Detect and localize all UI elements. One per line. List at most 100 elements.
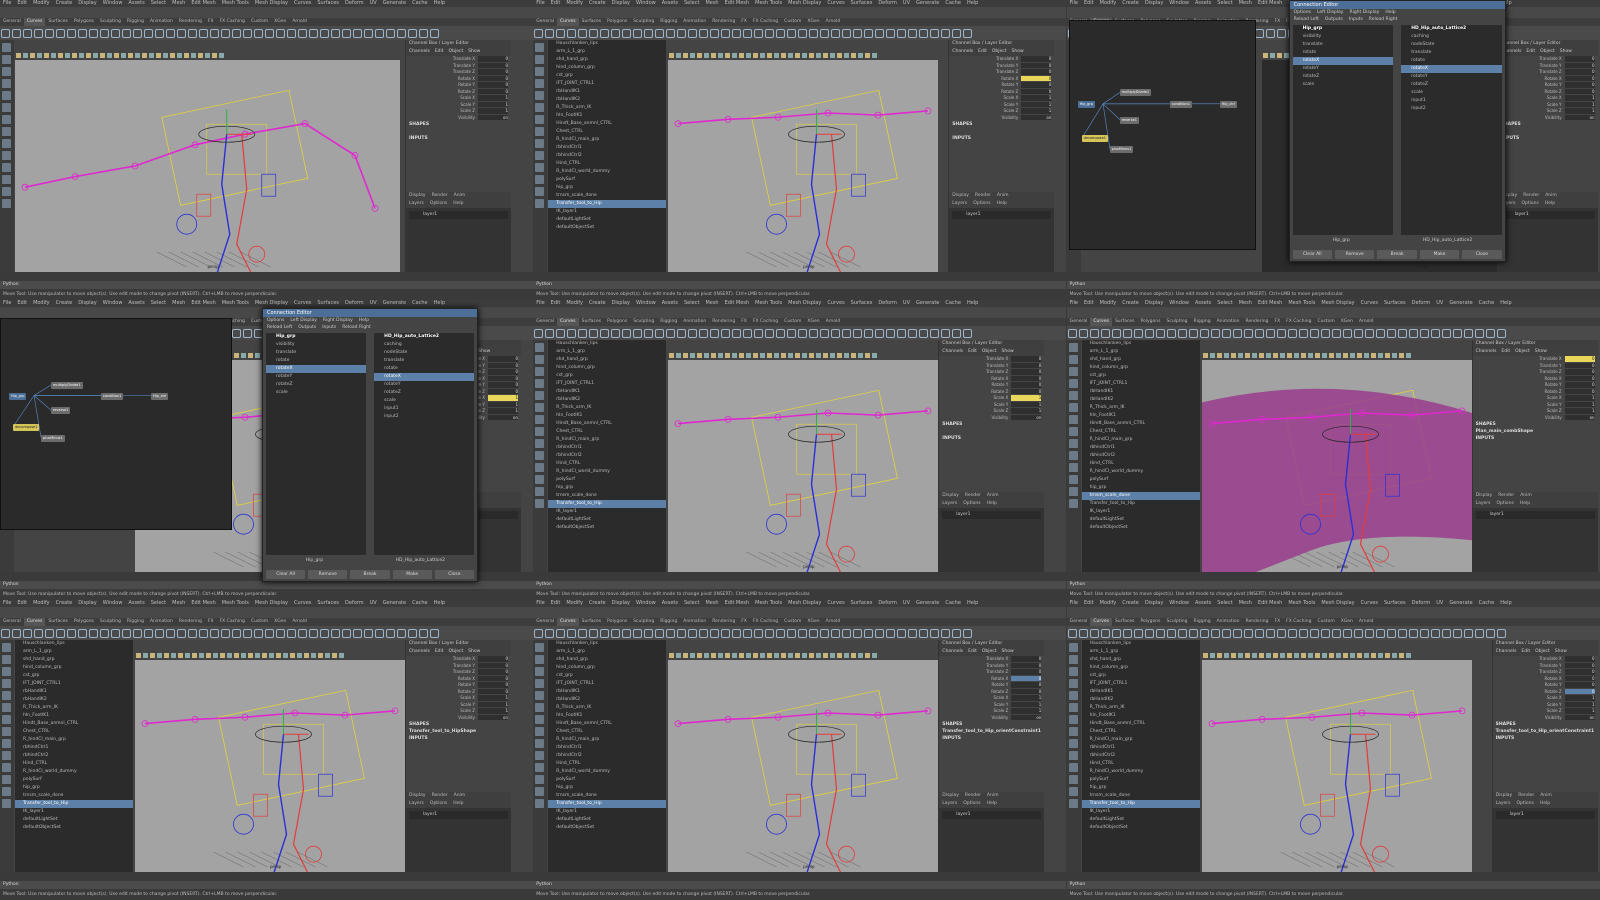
menu-item[interactable]: Display <box>1145 600 1163 607</box>
outliner-item[interactable]: R_hindCl_main_grp <box>548 436 666 444</box>
outliner-item[interactable]: R_hindCl_world_dummy <box>548 768 666 776</box>
tool-icon[interactable] <box>535 727 545 736</box>
channel-attr-value[interactable]: 0 <box>478 62 508 68</box>
shelf-tool-icon[interactable] <box>644 29 654 38</box>
outliner-item[interactable]: R_hindCl_main_grp <box>1082 436 1200 444</box>
panel-tool-icon[interactable] <box>1286 353 1292 358</box>
shelf-tool-icon[interactable] <box>578 629 588 638</box>
layer-menu-item[interactable]: Layers <box>1493 800 1514 808</box>
layer-tab[interactable]: Anim <box>451 192 469 200</box>
outliner-item[interactable]: hIn_FootIK1 <box>548 112 666 120</box>
panel-tool-icon[interactable] <box>114 53 119 58</box>
panel-tool-icon[interactable] <box>325 653 330 658</box>
panel-tool-icon[interactable] <box>23 53 28 58</box>
input-attr[interactable]: nodeState <box>374 349 474 357</box>
channel-attr-value[interactable]: 0 <box>1021 62 1052 68</box>
panel-tool-icon[interactable] <box>1391 653 1397 658</box>
channel-attr-value[interactable]: 0 <box>1011 375 1042 381</box>
panel-tool-icon[interactable] <box>865 353 871 358</box>
shelf-tool-icon[interactable] <box>710 329 720 338</box>
tool-icon[interactable] <box>535 751 545 760</box>
input-attr[interactable]: rotateZ <box>374 389 474 397</box>
panel-tool-icon[interactable] <box>156 53 161 58</box>
shelf-tab[interactable]: FX <box>205 18 217 26</box>
command-line[interactable]: Python <box>0 281 533 289</box>
shelf-tab[interactable]: Surfaces <box>579 18 605 26</box>
shelf-tab[interactable]: FX <box>1272 18 1284 26</box>
outliner-item[interactable]: defaultLightSet <box>548 216 666 224</box>
channel-attr-value[interactable]: 0 <box>488 369 518 375</box>
panel-tool-icon[interactable] <box>753 53 759 58</box>
shelf-tool-icon[interactable] <box>1265 629 1275 638</box>
outliner-item[interactable]: R_hindCl_world_dummy <box>15 768 133 776</box>
panel-tool-icon[interactable] <box>788 53 794 58</box>
tool-icon[interactable] <box>1068 691 1078 700</box>
outliner-item[interactable]: Chest_CTRL <box>548 128 666 136</box>
shelf-tool-icon[interactable] <box>287 629 296 638</box>
channel-attr-value[interactable]: 1 <box>478 701 508 707</box>
shelf-tool-icon[interactable] <box>397 629 406 638</box>
menu-item[interactable]: Surfaces <box>851 0 873 7</box>
panel-tool-icon[interactable] <box>802 53 808 58</box>
layer-tab[interactable]: Render <box>972 192 994 200</box>
panel-tool-icon[interactable] <box>683 353 689 358</box>
panel-tool-icon[interactable] <box>781 653 787 658</box>
shelf-tool-icon[interactable] <box>56 629 65 638</box>
panel-tool-icon[interactable] <box>290 653 295 658</box>
shelf-tool-icon[interactable] <box>386 29 395 38</box>
layer-tab[interactable]: Display <box>406 192 429 200</box>
shelf-tab[interactable]: Curves <box>23 618 46 626</box>
shelf-tab[interactable]: Curves <box>1090 318 1112 326</box>
menu-item[interactable]: Cache <box>945 0 961 7</box>
outliner-item[interactable]: defaultObjectSet <box>1082 524 1200 532</box>
tool-icon[interactable] <box>535 451 545 460</box>
layer-row[interactable]: layer1 <box>952 211 1052 219</box>
menu-item[interactable]: Assets <box>1195 600 1211 607</box>
shelf-tool-icon[interactable] <box>809 29 819 38</box>
channel-attr-value[interactable]: 0 <box>1021 56 1052 62</box>
menu-item[interactable]: Mesh <box>705 600 718 607</box>
shelf-tab[interactable]: General <box>1067 618 1091 626</box>
shelf-tool-icon[interactable] <box>710 629 720 638</box>
channel-attr-value[interactable]: 1 <box>1564 708 1595 714</box>
panel-tool-icon[interactable] <box>1300 353 1306 358</box>
shelf-tool-icon[interactable] <box>12 629 21 638</box>
menu-item[interactable]: Cache <box>945 600 961 607</box>
shelf-tab[interactable]: FX Caching <box>217 618 248 626</box>
output-attr[interactable]: rotateY <box>266 373 366 381</box>
shelf-tool-icon[interactable] <box>1408 629 1418 638</box>
shelf-tool-icon[interactable] <box>1111 629 1121 638</box>
shelf-tool-icon[interactable] <box>1078 329 1088 338</box>
shelf-tab[interactable]: Curves <box>557 318 579 326</box>
shelf-tool-icon[interactable] <box>1408 329 1418 338</box>
panel-tool-icon[interactable] <box>1223 353 1229 358</box>
panel-tool-icon[interactable] <box>1293 353 1299 358</box>
menu-item[interactable]: Generate <box>916 0 939 7</box>
outliner-item[interactable]: hIn_FootIK1 <box>1082 712 1200 720</box>
shelf-tool-icon[interactable] <box>133 629 142 638</box>
shelf-tab[interactable]: Rendering <box>1243 318 1272 326</box>
layer-tab[interactable]: Display <box>1493 792 1516 800</box>
panel-tool-icon[interactable] <box>669 353 675 358</box>
tool-icon[interactable] <box>2 691 11 700</box>
panel-tool-icon[interactable] <box>837 353 843 358</box>
shelf-tool-icon[interactable] <box>1386 629 1396 638</box>
outliner-item[interactable]: hIn_FootIK1 <box>15 712 133 720</box>
command-line[interactable]: Python <box>0 581 533 589</box>
shelf-tab[interactable]: FX <box>205 618 217 626</box>
panel-tool-icon[interactable] <box>72 53 77 58</box>
outliner-item[interactable]: defaultLightSet <box>15 816 133 824</box>
shelf-tool-icon[interactable] <box>45 29 54 38</box>
output-attr[interactable]: scale <box>266 389 366 397</box>
panel-tool-icon[interactable] <box>844 653 850 658</box>
shelf-tool-icon[interactable] <box>798 29 808 38</box>
shelf-tab[interactable]: Arnold <box>823 18 844 26</box>
panel-tool-icon[interactable] <box>1272 653 1278 658</box>
node-2[interactable]: reverse1 <box>51 407 71 415</box>
shelf-tab[interactable]: Animation <box>147 18 176 26</box>
reload-left-button[interactable]: Reload Left <box>1294 17 1319 22</box>
panel-tool-icon[interactable] <box>100 53 105 58</box>
panel-tool-icon[interactable] <box>816 653 822 658</box>
connection-editor-menu-item[interactable]: Help <box>1385 10 1395 15</box>
channel-attr-value[interactable]: 0 <box>1564 382 1595 388</box>
